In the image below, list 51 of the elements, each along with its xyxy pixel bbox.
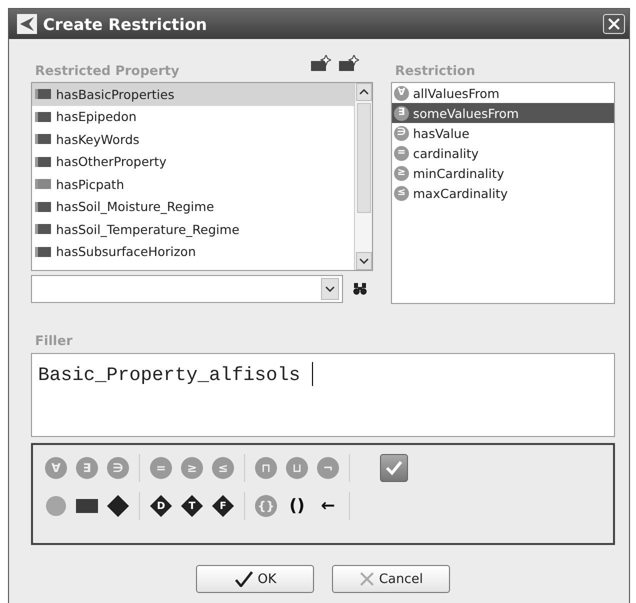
property-icon — [35, 134, 51, 144]
window-title: Create Restriction — [43, 14, 208, 34]
section-label: Restricted Property — [34, 64, 180, 79]
caret-down-icon — [358, 258, 368, 264]
property-item[interactable]: hasPicpath — [32, 173, 354, 196]
cancel-button[interactable]: Cancel — [332, 565, 450, 593]
restriction-item[interactable]: ∃ someValuesFrom — [392, 103, 614, 123]
property-item[interactable]: hasEpipedon — [32, 106, 354, 128]
operator-button[interactable]: T — [181, 495, 203, 517]
scroll-up-button[interactable] — [356, 83, 372, 101]
restriction-item[interactable]: ≥ minCardinality — [392, 163, 614, 183]
section-label: Filler — [34, 334, 74, 349]
section-label: Restriction — [394, 64, 476, 79]
caret-up-icon — [358, 89, 368, 95]
close-button[interactable] — [603, 14, 625, 34]
property-item[interactable]: hasOtherProperty — [32, 150, 354, 173]
operator-button[interactable]: F — [212, 495, 234, 517]
scrollbar-thumb[interactable] — [356, 103, 370, 213]
property-icon — [35, 224, 51, 234]
diamond-icon[interactable] — [107, 495, 129, 517]
close-icon — [607, 17, 621, 31]
property-item[interactable]: hasSubsurfaceHorizon — [32, 240, 354, 263]
filler-field[interactable]: Basic_Property_alfisols — [31, 353, 615, 437]
property-item[interactable]: hasSoil_Moisture_Regime — [32, 196, 354, 218]
property-icon — [35, 89, 51, 100]
check-icon — [234, 571, 254, 587]
operator-button[interactable]: D — [150, 495, 172, 517]
restriction-item[interactable]: ∀ allValuesFrom — [392, 83, 614, 103]
dropdown-icon — [325, 286, 335, 292]
binoculars-icon[interactable] — [353, 283, 367, 295]
app-logo-icon — [17, 14, 37, 34]
scroll-down-button[interactable] — [356, 252, 372, 270]
property-item[interactable]: hasSoil_Temperature_Regime — [32, 218, 354, 240]
cross-icon — [358, 571, 375, 587]
operator-button[interactable]: () — [286, 495, 308, 517]
add-property-icon[interactable] — [339, 55, 359, 71]
property-icon — [35, 112, 51, 122]
property-icon — [35, 202, 51, 212]
restriction-item[interactable]: ∋ hasValue — [392, 123, 614, 143]
restriction-item[interactable]: ≤ maxCardinality — [392, 183, 614, 203]
operator-button[interactable]: ← — [317, 495, 339, 517]
property-icon — [35, 179, 51, 190]
property-icon — [35, 156, 51, 167]
search-combo[interactable] — [31, 275, 343, 303]
ok-button[interactable]: OK — [196, 565, 314, 593]
property-icon — [35, 246, 51, 257]
property-item[interactable]: hasKeyWords — [32, 128, 354, 150]
restriction-item[interactable]: = cardinality — [392, 143, 614, 163]
add-property-icon[interactable] — [311, 55, 331, 71]
property-item[interactable]: hasBasicProperties — [32, 83, 354, 106]
check-button[interactable] — [380, 454, 408, 482]
